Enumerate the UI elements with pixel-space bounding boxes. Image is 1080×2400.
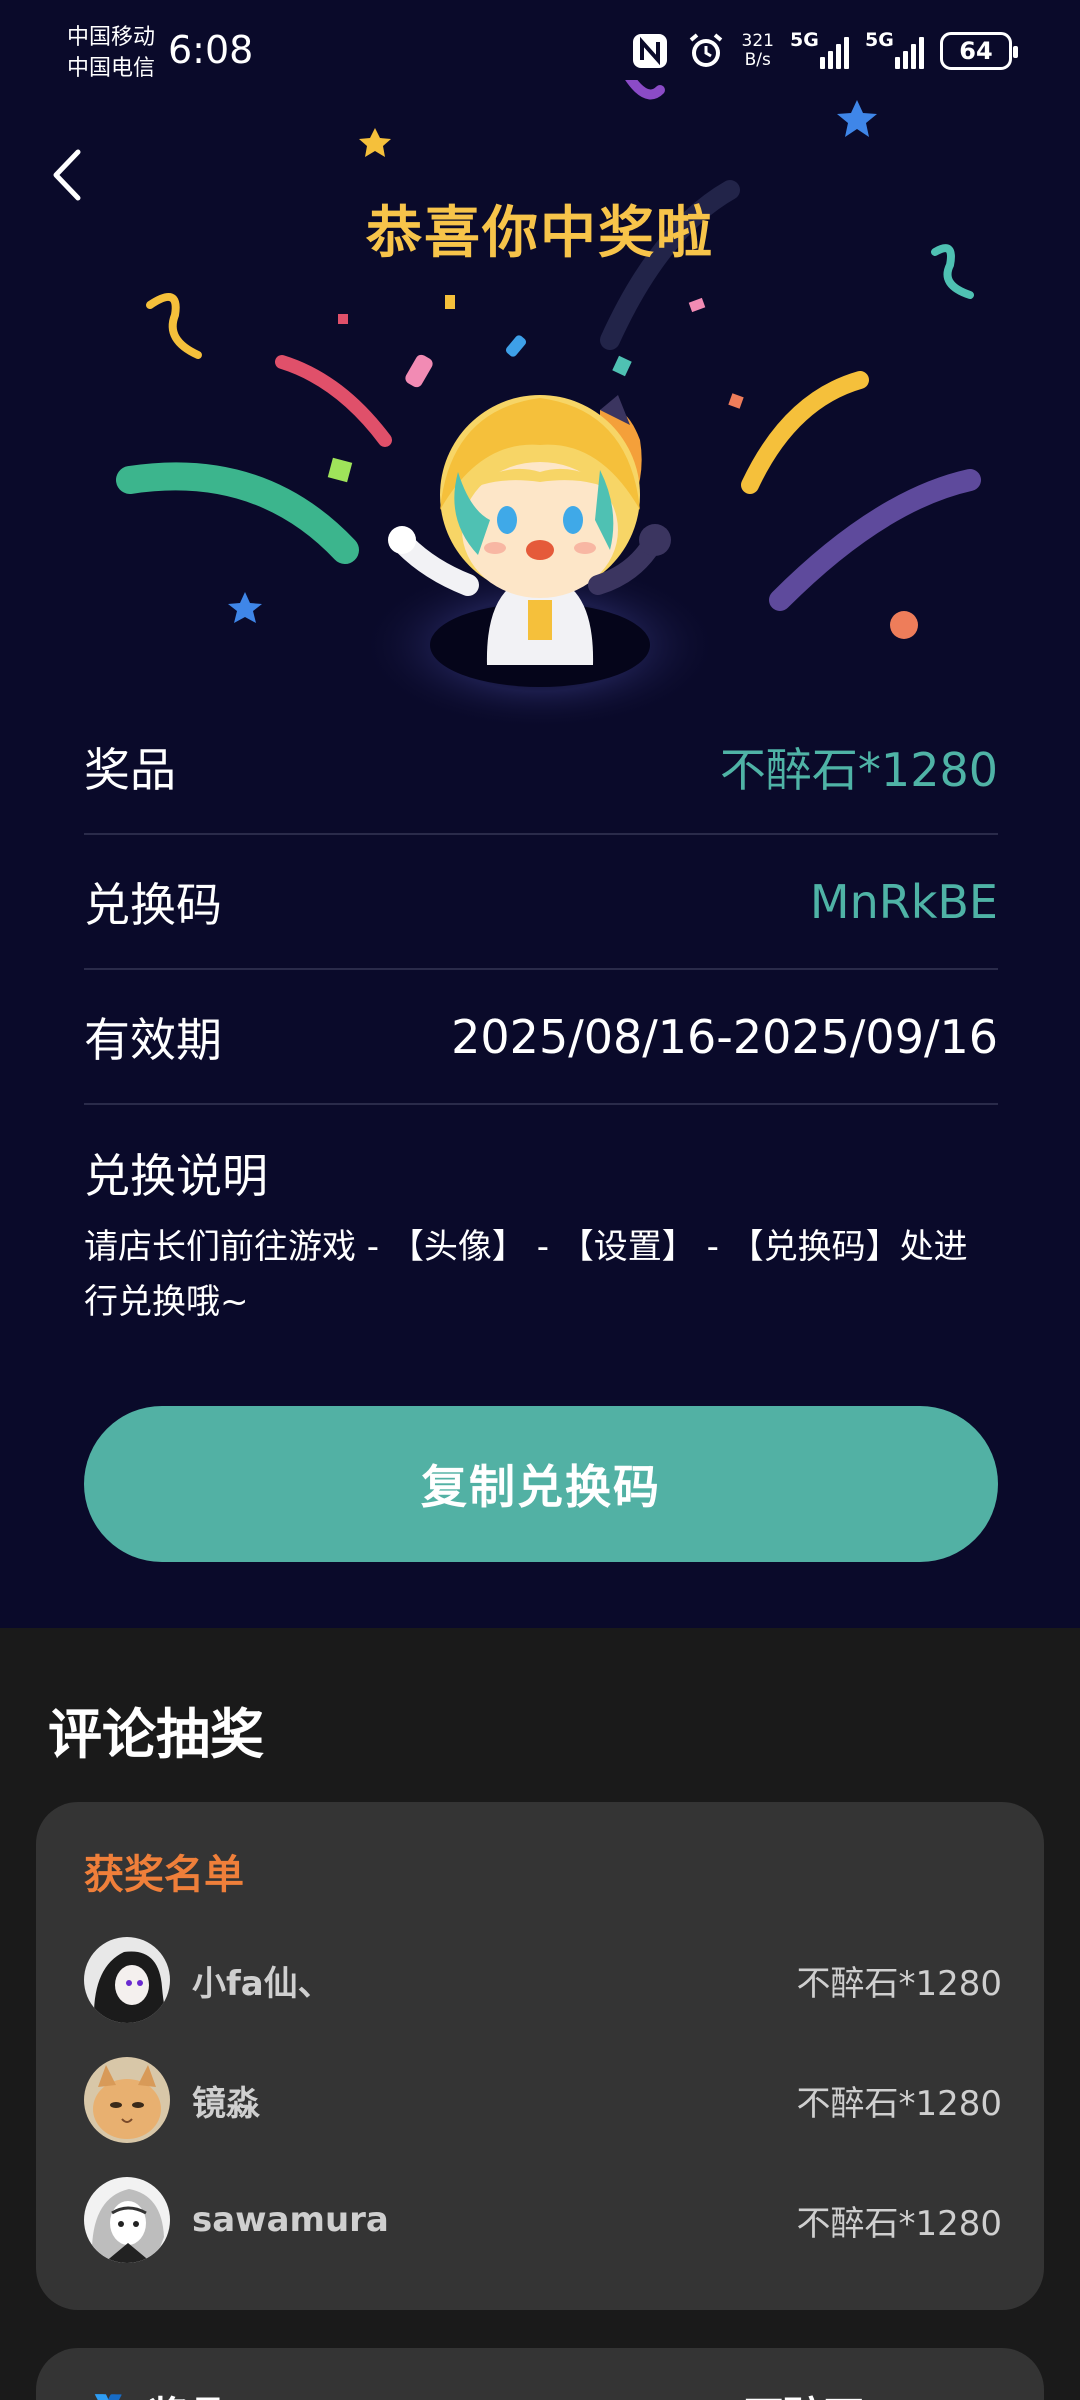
code-row: 兑换码 MnRkBE	[84, 835, 998, 970]
redeem-code-value[interactable]: MnRkBE	[810, 875, 998, 929]
sim2-type: 5G	[865, 29, 894, 51]
instructions-title: 兑换说明	[84, 1149, 268, 1203]
status-icons: 321 B/s 5G 5G 64	[630, 26, 1018, 76]
lottery-section-title: 评论抽奖	[48, 1703, 264, 1766]
carrier-info: 中国移动 中国电信	[67, 22, 155, 84]
next-prize-card: 🏅 奖品 不醉石*1280	[36, 2348, 1044, 2400]
validity-label: 有效期	[84, 1012, 222, 1067]
next-card-label: 🏅 奖品	[84, 2384, 228, 2400]
carrier-1: 中国移动	[67, 25, 156, 50]
instructions-text: 请店长们前往游戏 - 【头像】 - 【设置】 - 【兑换码】处进行兑换哦~	[84, 1227, 968, 1322]
next-card-value: 不醉石*1280	[744, 2384, 996, 2400]
validity-value: 2025/08/16-2025/09/16	[451, 1009, 998, 1064]
celebration-illustration	[116, 80, 981, 730]
clock: 6:08	[168, 28, 254, 72]
winner-item[interactable]: 小fa仙、 不醉石*1280	[84, 1935, 1002, 2025]
validity-row: 有效期 2025/08/16-2025/09/16	[84, 970, 998, 1105]
page-title: 恭喜你中奖啦	[366, 201, 714, 266]
battery-level: 64	[959, 37, 993, 65]
prize-panel: 中国移动 中国电信 6:08 321 B/s 5G 5G 64 恭喜你中奖啦 奖…	[0, 0, 1080, 1628]
battery-icon: 64	[940, 32, 1018, 70]
net-speed-value: 321	[741, 31, 774, 51]
signal-icon: 5G	[790, 29, 849, 69]
prize-row: 奖品 不醉石*1280	[84, 700, 998, 835]
winner-item[interactable]: sawamura 不醉石*1280	[84, 2175, 1002, 2265]
code-label: 兑换码	[84, 877, 222, 932]
winner-prize: 不醉石*1280	[796, 2203, 1002, 2244]
avatar	[84, 2177, 170, 2263]
prize-value: 不醉石*1280	[719, 742, 998, 797]
net-speed: 321 B/s	[742, 32, 774, 70]
winners-title: 获奖名单	[84, 1852, 244, 1898]
winner-prize: 不醉石*1280	[796, 2083, 1002, 2124]
copy-code-button[interactable]: 复制兑换码	[84, 1406, 998, 1562]
signal-icon-2: 5G	[865, 29, 924, 69]
avatar	[84, 2057, 170, 2143]
prize-info-list: 奖品 不醉石*1280 兑换码 MnRkBE 有效期 2025/08/16-20…	[84, 700, 998, 1105]
winners-card: 获奖名单 小fa仙、 不醉石*1280 镜淼 不醉石*1280 sawamura…	[36, 1802, 1044, 2310]
winner-name: 小fa仙、	[192, 1963, 332, 2004]
nfc-icon	[630, 31, 670, 71]
prize-label: 奖品	[84, 742, 176, 797]
winner-item[interactable]: 镜淼 不醉石*1280	[84, 2055, 1002, 2145]
alarm-icon	[686, 31, 726, 71]
net-speed-unit: B/s	[744, 50, 771, 70]
winner-prize: 不醉石*1280	[796, 1963, 1002, 2004]
avatar	[84, 1937, 170, 2023]
sim1-type: 5G	[790, 29, 819, 51]
winner-name: 镜淼	[192, 2083, 260, 2124]
winner-name: sawamura	[192, 2200, 389, 2240]
